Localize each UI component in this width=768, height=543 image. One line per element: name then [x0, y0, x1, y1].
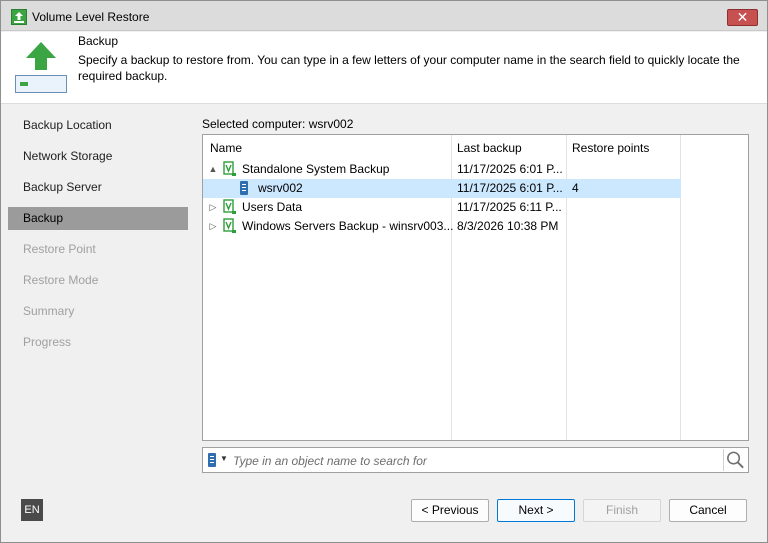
row-name: wsrv002	[258, 181, 303, 195]
column-header-restore-points[interactable]: Restore points	[572, 141, 649, 155]
page-description: Specify a backup to restore from. You ca…	[78, 53, 740, 83]
row-name: Users Data	[242, 200, 303, 214]
step-progress: Progress	[23, 335, 72, 349]
tree-row-computer[interactable]: wsrv002 11/17/2025 6:01 P... 4	[203, 179, 681, 198]
previous-button[interactable]: < Previous	[411, 499, 489, 522]
selected-computer-label: Selected computer: wsrv002	[202, 117, 354, 131]
next-button[interactable]: Next >	[497, 499, 575, 522]
computer-icon	[240, 181, 248, 195]
restore-volume-icon	[15, 42, 67, 93]
step-network-storage[interactable]: Network Storage	[8, 145, 188, 168]
cancel-button[interactable]: Cancel	[669, 499, 747, 522]
tree-row-backup[interactable]: ▷ Windows Servers Backup - winsrv003... …	[203, 217, 681, 236]
close-icon: ✕	[736, 9, 749, 25]
chevron-down-icon[interactable]: ▼	[220, 454, 228, 463]
column-header-last-backup[interactable]: Last backup	[457, 141, 522, 155]
backup-job-icon	[223, 218, 236, 233]
row-name: Windows Servers Backup - winsrv003...	[242, 219, 454, 233]
expand-toggle-icon[interactable]: ▷	[208, 201, 218, 213]
backup-job-icon	[223, 199, 236, 214]
page-title: Backup	[78, 34, 119, 48]
title-bar: Volume Level Restore ✕	[1, 1, 767, 31]
language-indicator[interactable]: EN	[21, 499, 43, 521]
collapse-toggle-icon[interactable]: ▲	[208, 163, 218, 175]
row-last-backup: 11/17/2025 6:01 P...	[457, 162, 563, 176]
restore-app-icon	[11, 9, 27, 25]
backup-tree-grid[interactable]: Name Last backup Restore points ▲ Standa…	[202, 134, 749, 441]
step-backup-server[interactable]: Backup Server	[8, 176, 188, 199]
row-last-backup: 11/17/2025 6:11 P...	[457, 200, 562, 214]
row-name: Standalone System Backup	[242, 162, 390, 176]
tree-row-backup[interactable]: ▲ Standalone System Backup 11/17/2025 6:…	[203, 160, 681, 179]
step-backup[interactable]: Backup	[8, 207, 188, 230]
wizard-header: Backup Specify a backup to restore from.…	[1, 32, 767, 104]
column-header-name[interactable]: Name	[210, 141, 242, 155]
finish-button: Finish	[583, 499, 661, 522]
backup-job-icon	[223, 161, 236, 176]
tree-row-backup[interactable]: ▷ Users Data 11/17/2025 6:11 P...	[203, 198, 681, 217]
step-summary: Summary	[23, 304, 75, 318]
window-title: Volume Level Restore	[32, 10, 150, 24]
search-bar: ▼	[202, 447, 749, 473]
step-backup-location[interactable]: Backup Location	[8, 114, 188, 137]
wizard-steps-nav: Backup Location Network Storage Backup S…	[8, 110, 188, 484]
close-button[interactable]: ✕	[727, 9, 758, 26]
expand-toggle-icon[interactable]: ▷	[208, 220, 218, 232]
row-last-backup: 11/17/2025 6:01 P...	[457, 181, 563, 195]
row-restore-points: 4	[572, 181, 579, 195]
search-input[interactable]	[233, 452, 713, 470]
object-type-icon[interactable]	[207, 452, 217, 468]
row-last-backup: 8/3/2026 10:38 PM	[457, 219, 559, 233]
step-restore-mode: Restore Mode	[23, 273, 99, 287]
main-pane: Selected computer: wsrv002 Name Last bac…	[190, 105, 761, 486]
step-restore-point: Restore Point	[23, 242, 96, 256]
restore-wizard-window: Volume Level Restore ✕ Backup Specify a …	[0, 0, 768, 543]
search-icon[interactable]	[723, 449, 746, 471]
